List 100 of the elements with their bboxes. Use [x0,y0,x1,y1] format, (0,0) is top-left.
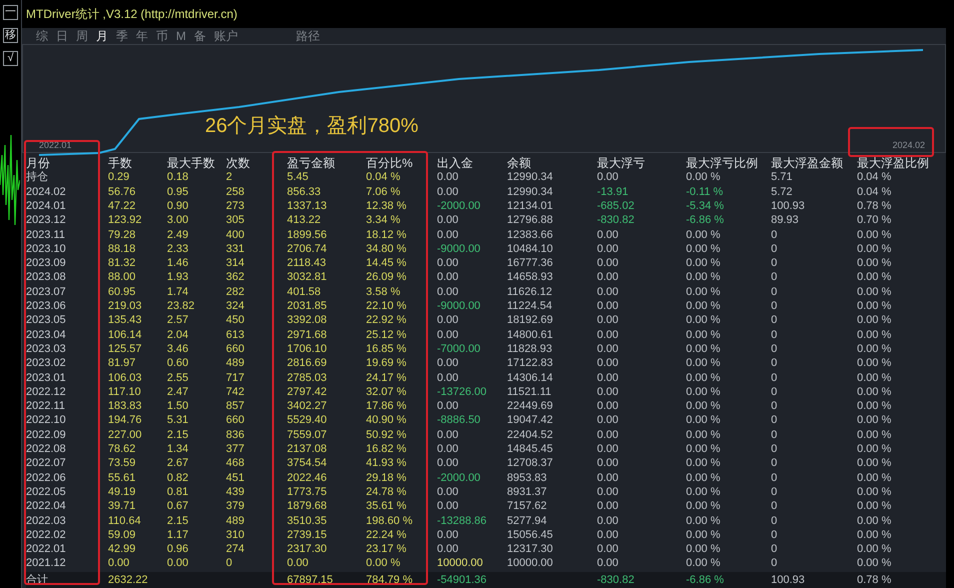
row-label: 2023.12 [26,213,67,228]
table-cell-text: 2.04 [167,328,190,342]
table-cell-text: 0.00 % [857,528,892,542]
table-cell-text: 413.22 [287,213,322,228]
table-cell-text: 106.14 [108,328,143,342]
table-cell-text: 5.71 [771,170,794,185]
table-cell-text: 0.00 [597,542,620,556]
table-cell-text: 274 [226,542,246,556]
table-cell-text: 8953.83 [507,470,548,485]
table-cell-text: -830.82 [597,213,636,228]
table-cell-text: 88.18 [108,242,137,256]
table-cell-text: -13288.86 [437,514,488,528]
table-cell-text: 10000.00 [437,556,484,571]
table-cell-text: 198.60 % [366,514,414,528]
table-cell-text: -2000.00 [437,470,482,485]
row-label: 2022.04 [26,499,67,514]
table-cell-text: 1337.13 [287,198,328,214]
table-cell-text: 0.00 % [857,299,892,314]
table-cell-text: 0 [771,242,778,256]
row-label: 2023.06 [26,299,67,314]
tab[interactable]: 综 [36,27,48,46]
table-cell-text: 0.00 [597,499,620,514]
table-cell-text: 12.38 % [366,198,408,214]
table-cell-text: 0.00 [437,228,460,242]
side-button[interactable]: √ [3,51,18,66]
table-cell-text: -830.82 [597,572,636,587]
table-cell-text: 3.34 % [366,213,402,228]
side-button[interactable]: 一 [3,5,18,20]
table-cell-text: 0.00 [437,328,460,342]
tab[interactable]: 账户 [214,27,238,46]
tab[interactable]: 年 [136,27,148,46]
column-header: 最大浮亏比例 [686,156,759,170]
column-header: 盈亏金额 [287,156,336,170]
table-cell-text: 2.57 [167,313,190,328]
table-cell-text: 0.00 [437,484,460,500]
table-cell-text: 489 [226,356,246,371]
table-cell-text: 50.92 % [366,428,408,442]
table-cell-text: 2.15 [167,514,190,528]
table-cell-text: 0.78 % [857,572,892,587]
path-button[interactable]: 路径 [296,27,320,46]
table-cell-text: 3510.35 [287,514,328,528]
table-cell-text: 22449.69 [507,399,554,414]
table-cell-text: -54901.36 [437,572,488,587]
table-cell-text: 0.04 % [366,170,402,185]
table-cell-text: 3032.81 [287,270,328,285]
table-cell-text: 1.93 [167,270,190,285]
table-cell-text: -5.34 % [686,198,725,214]
table-cell-text: 11224.54 [507,299,554,314]
row-label: 2022.08 [26,442,67,456]
table-cell-text: 0.00 [437,213,460,228]
tab[interactable]: 备 [194,27,206,46]
row-label: 2023.01 [26,370,67,385]
table-cell-text: -7000.00 [437,342,482,356]
table-cell-text: 0.00 % [686,528,722,542]
side-button[interactable]: 移 [3,28,18,43]
table-cell-text: 0 [771,499,778,514]
table-cell-text: 282 [226,284,246,300]
table-cell-text: 0.00 [167,556,190,571]
table-cell-text: 0.00 % [686,284,722,300]
tab[interactable]: 周 [76,27,88,46]
table-cell-text: -9000.00 [437,242,482,256]
axis-label: 2022.01 [39,138,72,152]
table-cell-text: 2.33 [167,242,190,256]
row-label: 2021.12 [26,556,67,571]
chart-annotation: 26个月实盘，盈利780% [205,114,418,140]
table-cell-text: 81.32 [108,256,137,270]
table-cell-text: 11828.93 [507,342,554,356]
table-cell-text: 0.00 [597,299,620,314]
tab[interactable]: 季 [116,27,128,46]
table-cell-text: 12317.30 [507,542,554,556]
table-cell-text: 11626.12 [507,284,554,300]
row-label: 2024.01 [26,198,67,214]
table-cell-text: 0.00 % [857,484,892,500]
table-cell-text: 47.22 [108,198,137,214]
table-cell-text: 5529.40 [287,413,328,428]
table-cell-text: 11521.11 [507,384,552,400]
table-cell-text: 0.00 % [857,242,892,256]
table-cell-text: 73.59 [108,456,137,471]
tab[interactable]: 币 [156,27,168,46]
table-cell-text: 10000.00 [507,556,554,571]
tab[interactable]: 日 [56,27,68,46]
table-cell-text: 717 [226,370,246,385]
table-cell-text: 2.15 [167,428,190,442]
table-cell-text: 0.00 % [686,399,722,414]
table-cell-text: 0.00 [437,270,460,285]
table-cell-text: 0.00 [597,242,620,256]
table-cell-text: 0.00 % [686,556,722,571]
table-cell-text: -0.11 % [686,184,724,199]
table-cell-text: 856.33 [287,184,322,199]
table-cell-text: 0.00 [597,384,620,400]
tab[interactable]: M [176,27,186,46]
table-cell-text: 2.49 [167,228,190,242]
tab[interactable]: 月 [96,27,108,46]
row-label: 2023.11 [26,228,66,242]
table-cell-text: 56.76 [108,184,137,199]
table-cell-text: 0.00 % [857,499,892,514]
table-cell-text: 67897.15 [287,572,334,587]
table-cell-text: 0.00 [437,170,460,185]
table-cell-text: 0 [771,442,778,456]
table-cell-text: 400 [226,228,246,242]
